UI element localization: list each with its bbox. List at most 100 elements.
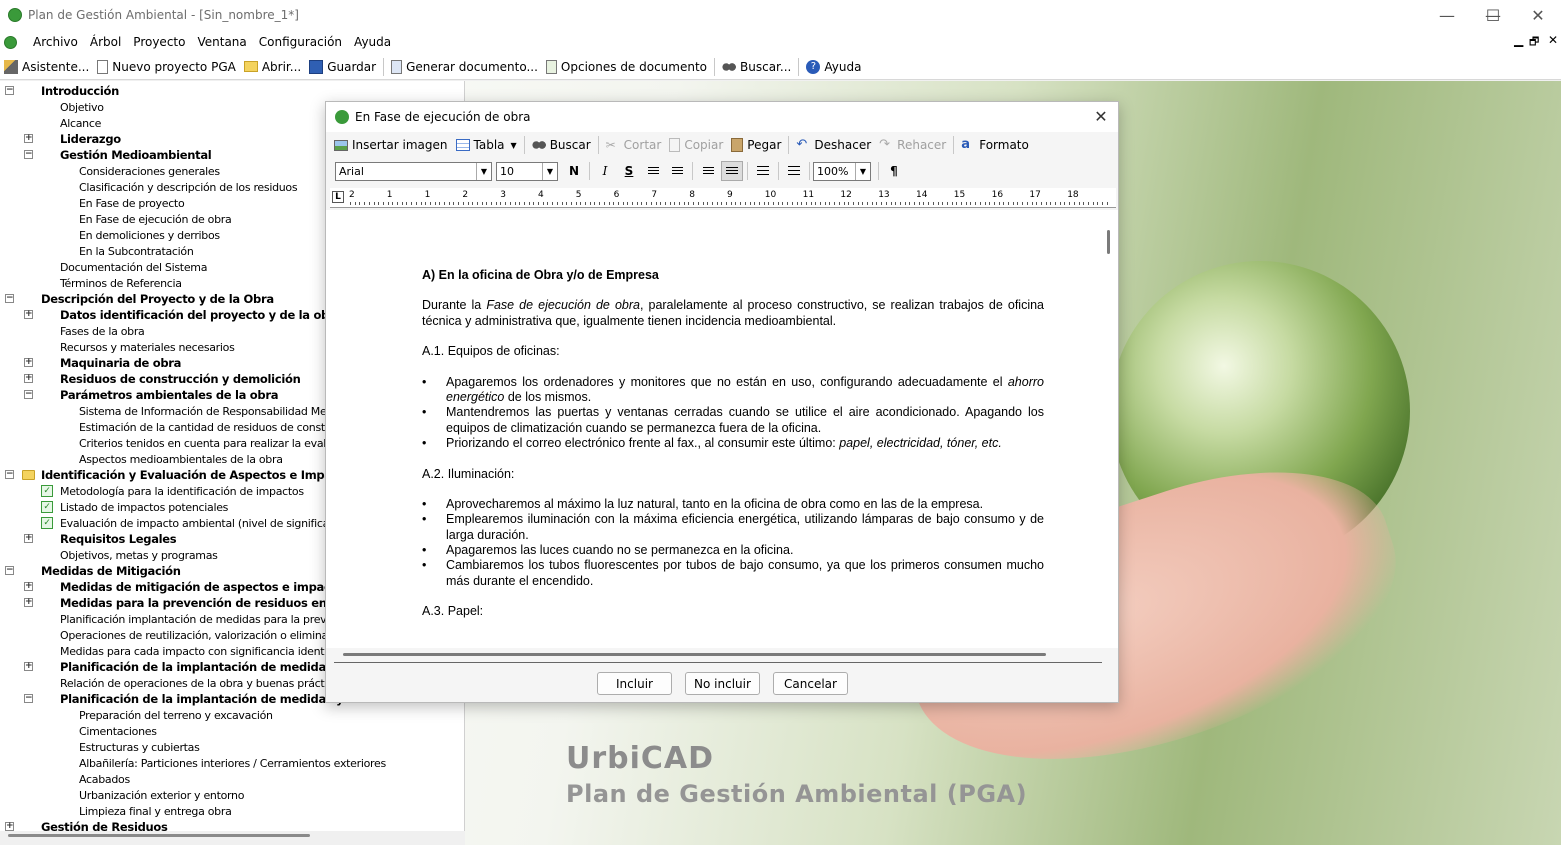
numbered-list-button[interactable] xyxy=(783,161,805,181)
chevron-down-icon[interactable]: ▼ xyxy=(855,162,870,180)
show-formatting-button[interactable]: ¶ xyxy=(883,161,905,181)
collapse-icon[interactable]: − xyxy=(5,470,14,479)
zoom-select[interactable]: 100% ▼ xyxy=(813,161,871,181)
justify-button[interactable] xyxy=(721,161,743,181)
menu-ayuda[interactable]: Ayuda xyxy=(348,35,397,49)
tab-stop-selector[interactable]: L xyxy=(332,191,344,203)
align-right-button[interactable] xyxy=(666,161,688,181)
align-left-button[interactable] xyxy=(642,161,664,181)
tree-horizontal-scrollbar[interactable] xyxy=(0,831,465,845)
bold-button[interactable]: N xyxy=(563,161,585,181)
tree-item[interactable]: + Gestión de Residuos xyxy=(0,819,464,831)
expand-icon[interactable]: + xyxy=(24,310,33,319)
undo-button[interactable]: ↶ Deshacer xyxy=(792,138,875,153)
tree-item[interactable]: Limpieza final y entrega obra xyxy=(0,803,464,819)
ruler-tick xyxy=(617,202,619,205)
check-icon: ✓ xyxy=(41,517,53,529)
bullet-list-button[interactable] xyxy=(752,161,774,181)
tree-item[interactable]: Acabados xyxy=(0,771,464,787)
menu-archivo[interactable]: Archivo xyxy=(27,35,84,49)
align-center-button[interactable] xyxy=(697,161,719,181)
table-dropdown-icon[interactable]: ▼ xyxy=(511,141,517,150)
tree-item[interactable]: − Introducción xyxy=(0,83,464,99)
app-menu-icon[interactable] xyxy=(4,35,17,49)
folder-icon xyxy=(22,470,35,480)
binoculars-icon xyxy=(531,138,546,152)
tree-item[interactable]: Estructuras y cubiertas xyxy=(0,739,464,755)
format-button[interactable]: a Formato xyxy=(957,138,1033,153)
dialog-close-button[interactable]: ✕ xyxy=(1090,106,1112,128)
tree-item[interactable]: Urbanización exterior y entorno xyxy=(0,787,464,803)
expand-icon[interactable]: + xyxy=(24,134,33,143)
expand-icon[interactable]: + xyxy=(24,598,33,607)
ruler-label: 2 xyxy=(349,190,355,200)
document-content[interactable]: A) En la oficina de Obra y/o de Empresa … xyxy=(422,268,1044,635)
tree-item[interactable]: Preparación del terreno y excavación xyxy=(0,707,464,723)
maximize-button[interactable]: ☐ xyxy=(1470,0,1516,30)
expand-icon[interactable]: + xyxy=(24,358,33,367)
menu-configuracion[interactable]: Configuración xyxy=(253,35,348,49)
menu-proyecto[interactable]: Proyecto xyxy=(127,35,191,49)
ruler-tick xyxy=(721,202,723,205)
tree-item[interactable]: Albañilería: Particiones interiores / Ce… xyxy=(0,755,464,771)
underline-button[interactable]: S xyxy=(618,161,640,181)
ruler-tick xyxy=(890,202,892,205)
tree-item[interactable]: Cimentaciones xyxy=(0,723,464,739)
exclude-button[interactable]: No incluir xyxy=(685,672,760,695)
ruler-label: 12 xyxy=(840,190,852,200)
ruler[interactable]: L 2 1 1 2 3 4 5 6 7 8 9 10 11 12 13 14 15 16 17 18 xyxy=(330,188,1116,208)
font-size-select[interactable]: 10 ▼ xyxy=(496,161,558,181)
new-project-button[interactable]: Nuevo proyecto PGA xyxy=(93,59,240,74)
mdi-close-button[interactable]: ✕ xyxy=(1548,33,1558,47)
menu-arbol[interactable]: Árbol xyxy=(84,35,127,49)
expand-icon[interactable]: + xyxy=(5,822,14,831)
expand-icon[interactable]: + xyxy=(24,582,33,591)
scrollbar-thumb[interactable] xyxy=(8,834,310,837)
ruler-tick xyxy=(472,202,474,205)
paste-button[interactable]: Pegar xyxy=(727,138,785,152)
tree-item-label: Acabados xyxy=(79,772,130,786)
document-options-button[interactable]: Opciones de documento xyxy=(542,59,711,74)
tree-item-label: Objetivos, metas y programas xyxy=(60,548,218,562)
font-select[interactable]: Arial ▼ xyxy=(335,161,492,181)
close-window-button[interactable]: ✕ xyxy=(1515,0,1561,30)
assistant-button[interactable]: Asistente... xyxy=(0,59,93,74)
save-button[interactable]: Guardar xyxy=(305,59,380,74)
document-paragraph: Durante la Fase de ejecución de obra, pa… xyxy=(422,298,1044,328)
collapse-icon[interactable]: − xyxy=(24,390,33,399)
minimize-window-button[interactable]: — xyxy=(1424,0,1470,30)
open-button[interactable]: Abrir... xyxy=(240,60,305,74)
mdi-restore-button[interactable]: 🗗 xyxy=(1529,33,1539,52)
chevron-down-icon[interactable]: ▼ xyxy=(542,162,557,180)
search-button[interactable]: Buscar... xyxy=(718,59,795,74)
copy-button[interactable]: Copiar xyxy=(665,138,727,152)
ruler-tick xyxy=(726,202,727,205)
cancel-button[interactable]: Cancelar xyxy=(773,672,848,695)
ruler-tick xyxy=(697,202,699,205)
expand-icon[interactable]: + xyxy=(24,374,33,383)
collapse-icon[interactable]: − xyxy=(5,294,14,303)
include-button[interactable]: Incluir xyxy=(597,672,672,695)
expand-icon[interactable]: + xyxy=(24,534,33,543)
italic-button[interactable]: I xyxy=(594,161,616,181)
help-button[interactable]: ? Ayuda xyxy=(802,59,865,74)
collapse-icon[interactable]: − xyxy=(24,150,33,159)
chevron-down-icon[interactable]: ▼ xyxy=(476,162,491,180)
document-editor[interactable]: A) En la oficina de Obra y/o de Empresa … xyxy=(326,210,1118,648)
generate-document-button[interactable]: Generar documento... xyxy=(387,59,542,74)
cut-button[interactable]: ✂ Cortar xyxy=(602,138,666,152)
collapse-icon[interactable]: − xyxy=(24,694,33,703)
document-horizontal-scrollbar[interactable] xyxy=(343,653,1046,656)
expand-icon[interactable]: + xyxy=(24,662,33,671)
redo-button[interactable]: ↷ Rehacer xyxy=(875,138,950,153)
binoculars-icon xyxy=(722,59,737,74)
collapse-icon[interactable]: − xyxy=(5,566,14,575)
menu-ventana[interactable]: Ventana xyxy=(191,35,252,49)
find-button[interactable]: Buscar xyxy=(528,138,595,152)
collapse-icon[interactable]: − xyxy=(5,86,14,95)
table-button[interactable]: Tabla ▼ xyxy=(452,138,521,152)
mdi-minimize-button[interactable]: ▁ xyxy=(1514,33,1523,47)
document-vertical-scrollbar[interactable] xyxy=(1107,230,1110,254)
insert-image-button[interactable]: Insertar imagen xyxy=(330,138,452,152)
ruler-tick xyxy=(519,202,521,205)
